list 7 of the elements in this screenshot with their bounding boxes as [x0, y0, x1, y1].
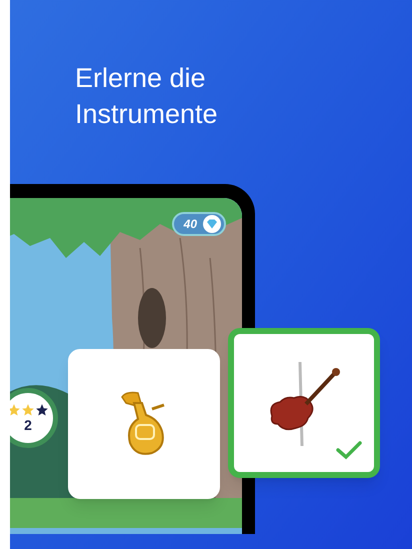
- level-number: 2: [24, 417, 32, 433]
- filled-star-icon: [21, 403, 35, 417]
- headline: Erlerne die Instrumente: [75, 62, 219, 131]
- check-icon: [336, 440, 362, 460]
- gem-count: 40: [184, 216, 197, 233]
- answer-card[interactable]: [228, 328, 380, 478]
- filled-star-icon: [10, 403, 21, 417]
